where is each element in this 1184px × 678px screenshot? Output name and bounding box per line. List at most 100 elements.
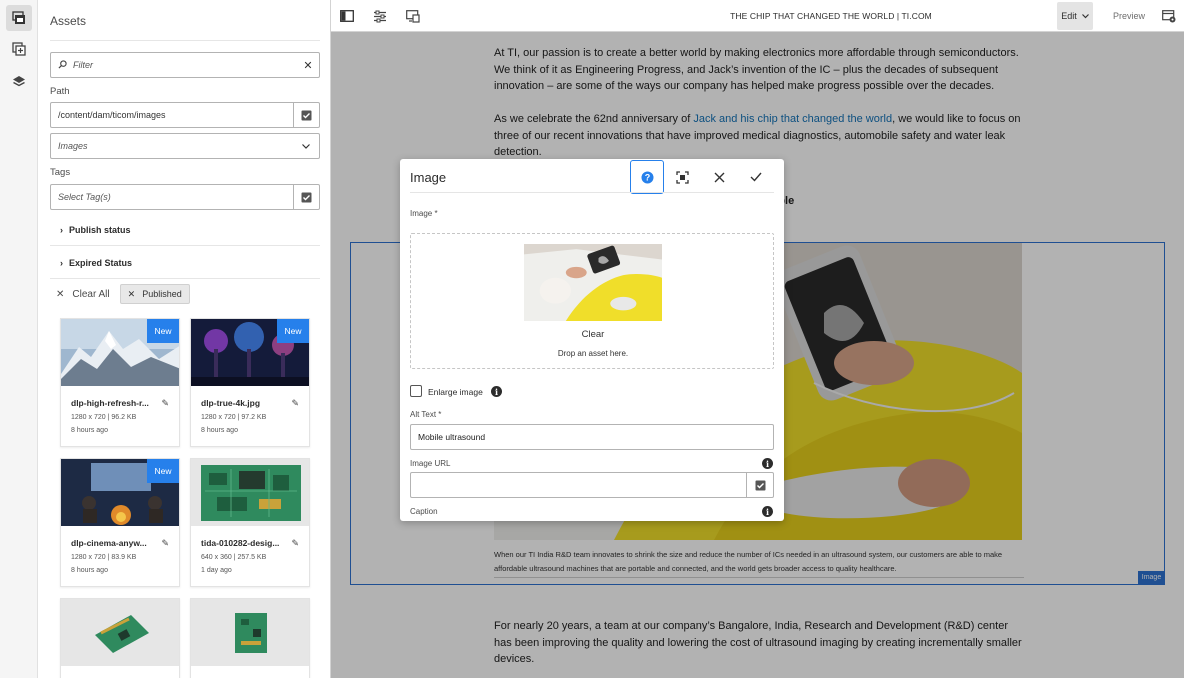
chevron-right-icon: › [60,257,63,268]
cancel-button[interactable] [702,160,736,194]
pencil-icon[interactable]: ✎ [161,538,169,549]
asset-meta: 1280 x 720 | 83.9 KB [71,554,137,561]
close-icon [714,172,724,182]
assets-panel: Assets Filter ✕ Path /content/dam/ticom/… [38,0,331,678]
asset-thumbnail [191,459,309,526]
checkbox-icon [301,110,312,120]
asset-name: dlp-true-4k.jpg [201,398,261,408]
enlarge-image-checkbox[interactable] [410,385,422,397]
info-icon[interactable]: i [491,386,502,397]
checkbox-icon [301,192,312,202]
done-button[interactable] [739,160,773,194]
preview-button[interactable]: Preview [1113,11,1145,21]
asset-thumbnail [61,599,179,666]
drop-hint: Drop an asset here. [557,349,629,358]
page-information-icon[interactable] [1161,8,1177,24]
panel-title: Assets [50,14,87,28]
dialog-title: Image [410,170,447,185]
section-publish-status[interactable]: › Publish status [50,214,320,246]
chip-label: Published [142,289,182,299]
clear-all-button[interactable]: ✕ Clear All [50,289,116,300]
asset-card[interactable]: tida-010282-desig... ✎ 640 x 360 | 257.5… [190,458,310,587]
help-icon: ? [641,171,653,183]
path-field[interactable]: /content/dam/ticom/images [50,102,320,128]
clear-image-button[interactable]: Clear [411,329,775,340]
asset-card[interactable] [190,598,310,678]
pencil-icon[interactable]: ✎ [291,538,299,549]
image-url-input[interactable] [410,472,774,498]
mode-label: Edit [1061,11,1077,21]
asset-type-value: Images [58,141,88,151]
asset-time: 8 hours ago [71,427,108,434]
tags-label: Tags [50,167,71,178]
filter-placeholder: Filter [73,60,93,70]
asset-meta: 1280 x 720 | 97.2 KB [201,414,267,421]
remove-chip-icon[interactable]: ✕ [128,289,136,300]
asset-card[interactable]: New dlp-true-4k.jpg ✎ 1280 x 720 | 97.2 … [190,318,310,447]
path-value: /content/dam/ticom/images [58,110,166,120]
clear-filter-icon[interactable]: ✕ [297,59,319,72]
tags-placeholder: Select Tag(s) [58,192,111,202]
svg-text:?: ? [644,172,650,182]
tags-picker-button[interactable] [293,185,319,209]
section-label: Publish status [69,224,131,235]
info-icon[interactable]: i [762,458,773,469]
close-icon: ✕ [56,288,65,300]
image-drop-zone[interactable]: Clear Drop an asset here. [410,233,774,369]
alt-text-label: Alt Text * [410,410,442,419]
path-label: Path [50,86,70,97]
asset-card[interactable]: New dlp-high-refresh-r... ✎ 1280 x 720 |… [60,318,180,447]
url-picker-button[interactable] [746,473,773,497]
asset-time: 8 hours ago [71,567,108,574]
image-dialog: Image ? Image * Clear Drop an asset here… [400,159,784,521]
new-badge: New [147,319,179,343]
help-button[interactable]: ? [630,160,664,194]
active-filters: ✕ Clear All ✕ Published [50,283,190,305]
left-rail [0,0,38,678]
asset-type-select[interactable]: Images [50,133,320,159]
assets-icon[interactable] [6,5,32,31]
asset-name: dlp-high-refresh-r... [71,398,149,408]
search-icon [51,59,67,71]
checkmark-icon [750,172,762,182]
asset-meta: 1280 x 720 | 96.2 KB [71,414,137,421]
pencil-icon[interactable]: ✎ [161,398,169,409]
filter-chip[interactable]: ✕ Published [119,284,190,304]
asset-meta: 640 x 360 | 257.5 KB [201,554,267,561]
path-picker-button[interactable] [293,103,319,127]
asset-name: tida-010282-desig... [201,538,280,548]
filter-input[interactable]: Filter ✕ [50,52,320,78]
new-badge: New [147,459,179,483]
asset-time: 8 hours ago [201,427,238,434]
asset-name: dlp-cinema-anyw... [71,538,147,548]
asset-card[interactable]: New dlp-cinema-anyw... ✎ 1280 x 720 | 83… [60,458,180,587]
new-badge: New [277,319,309,343]
checkbox-icon [755,480,765,490]
divider [50,40,320,41]
chevron-down-icon [1081,13,1089,18]
alt-text-input[interactable]: Mobile ultrasound [410,424,774,450]
layers-icon[interactable] [6,69,32,95]
clear-all-label: Clear All [72,288,110,300]
image-field-label: Image * [410,209,438,218]
fullscreen-button[interactable] [665,160,699,194]
chevron-down-icon [293,141,319,151]
pencil-icon[interactable]: ✎ [291,398,299,409]
asset-thumbnail [191,599,309,666]
divider [410,192,774,193]
editor-toolbar: THE CHIP THAT CHANGED THE WORLD | TI.COM… [331,0,1184,32]
enlarge-image-label: Enlarge image [428,387,483,397]
tags-field[interactable]: Select Tag(s) [50,184,320,210]
caption-label: Caption [410,507,438,516]
section-label: Expired Status [69,257,133,268]
components-icon[interactable] [6,36,32,62]
chevron-right-icon: › [60,224,63,235]
info-icon[interactable]: i [762,506,773,517]
fullscreen-icon [675,170,689,184]
section-expired-status[interactable]: › Expired Status [50,247,320,279]
asset-card[interactable] [60,598,180,678]
mode-select[interactable]: Edit [1057,2,1093,30]
asset-time: 1 day ago [201,567,232,574]
image-url-label: Image URL [410,459,451,468]
alt-text-value: Mobile ultrasound [418,432,486,442]
